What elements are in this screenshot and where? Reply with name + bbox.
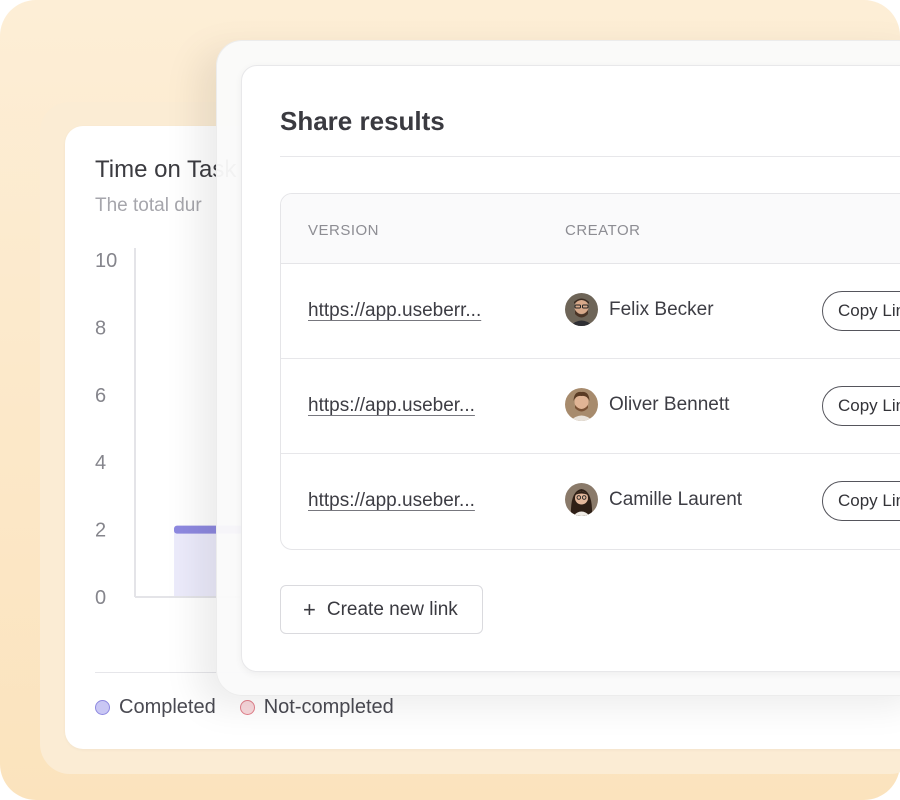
chart-legend: Completed Not-completed [95, 696, 394, 719]
felix-avatar [565, 293, 598, 326]
share-link[interactable]: https://app.useber... [308, 395, 475, 417]
y-tick-label: 4 [95, 452, 106, 474]
column-header-creator: CREATOR [565, 222, 641, 239]
y-tick-label: 8 [95, 317, 106, 339]
y-tick-label: 10 [95, 250, 117, 272]
title-divider [280, 156, 900, 157]
copy-link-button[interactable]: Copy Link [822, 386, 900, 426]
legend-item-completed: Completed [95, 696, 216, 719]
create-new-link-label: Create new link [326, 598, 458, 620]
creator-cell: Felix Becker [565, 293, 714, 326]
oliver-avatar [565, 388, 598, 421]
creator-name: Oliver Bennett [609, 393, 730, 415]
share-links-table: VERSION CREATOR https://app.useberr... F… [280, 193, 900, 550]
creator-cell: Camille Laurent [565, 483, 742, 516]
table-row: https://app.useber... Oliver Bennett Cop… [281, 359, 900, 454]
creator-cell: Oliver Bennett [565, 388, 729, 421]
legend-label-not-completed: Not-completed [263, 696, 394, 718]
y-tick-label: 0 [95, 587, 106, 609]
y-tick-label: 2 [95, 520, 106, 542]
y-tick-label: 6 [95, 385, 106, 407]
share-link[interactable]: https://app.useber... [308, 490, 475, 512]
table-row: https://app.useber... Camille Laurent Co… [281, 454, 900, 549]
share-link[interactable]: https://app.useberr... [308, 300, 481, 322]
not-completed-legend-dot [239, 700, 255, 715]
creator-name: Camille Laurent [609, 488, 743, 510]
camille-avatar [565, 483, 598, 516]
create-new-link-button[interactable]: + Create new link [280, 585, 483, 634]
dialog-title: Share results [280, 106, 445, 136]
table-header: VERSION CREATOR [281, 194, 900, 264]
completed-legend-dot [95, 700, 110, 715]
plus-icon: + [303, 596, 316, 622]
legend-item-not-completed: Not-completed [239, 696, 394, 719]
column-header-version: VERSION [308, 222, 380, 239]
share-results-dialog: Share results VERSION CREATOR https://ap… [241, 65, 900, 672]
legend-label-completed: Completed [119, 696, 216, 718]
creator-name: Felix Becker [609, 298, 714, 320]
copy-link-button[interactable]: Copy Link [822, 481, 900, 521]
copy-link-button[interactable]: Copy Link [822, 291, 900, 331]
table-row: https://app.useberr... Felix Becker Copy [281, 264, 900, 359]
